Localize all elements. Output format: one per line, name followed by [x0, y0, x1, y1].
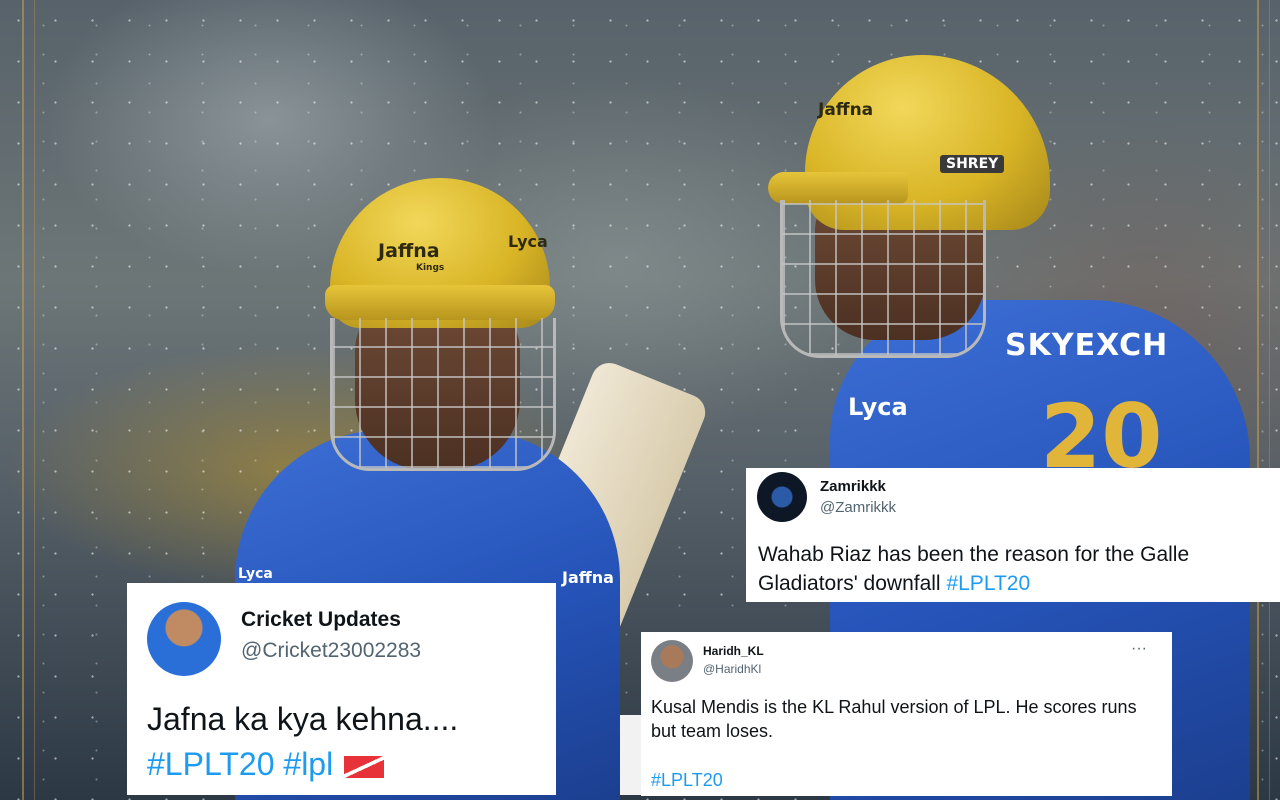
- photo-background: Jaffna SHREY SKYEXCH Lyca 20 Jaffna King…: [0, 0, 1280, 800]
- tweet-card-cricket-updates[interactable]: Cricket Updates @Cricket23002283 Jafna k…: [127, 583, 556, 795]
- hashtag-link[interactable]: #LPLT20: [651, 770, 723, 791]
- player-left-grille: [330, 318, 556, 471]
- tweet-body: Jafna ka kya kehna....: [147, 701, 459, 737]
- avatar[interactable]: [147, 602, 221, 676]
- tweet-author-name[interactable]: Haridh_KL: [703, 644, 764, 658]
- tweet-hashtags: #LPLT20 #lpl: [147, 746, 385, 783]
- player-left-jersey-logo: Jaffna: [562, 568, 614, 587]
- tweet-card-haridh-kl[interactable]: Haridh_KL @HaridhKl ··· Kusal Mendis is …: [641, 632, 1172, 796]
- player-left-helmet-logo: Jaffna: [378, 240, 440, 262]
- hashtag-link[interactable]: #LPLT20: [946, 572, 1030, 595]
- more-options-icon[interactable]: ···: [1131, 640, 1147, 658]
- tweet-author-handle[interactable]: @Cricket23002283: [241, 639, 421, 663]
- tweet-body: Kusal Mendis is the KL Rahul version of …: [651, 695, 1151, 743]
- player-left-helmet-side-logo: Lyca: [508, 232, 548, 251]
- flag-icon: [344, 755, 385, 778]
- tweet-author-handle[interactable]: @HaridhKl: [703, 662, 761, 676]
- tweet-body-text: Kusal Mendis is the KL Rahul version of …: [651, 697, 1137, 741]
- player-left-helmet-logo-sub: Kings: [416, 263, 445, 273]
- tweet-author-name[interactable]: Zamrikkk: [820, 478, 886, 495]
- player-left-jersey-chest: Lyca: [238, 566, 273, 582]
- hashtag-link[interactable]: #lpl: [283, 746, 333, 782]
- tweet-card-zamrikkk[interactable]: Zamrikkk @Zamrikkk Wahab Riaz has been t…: [746, 468, 1280, 602]
- avatar[interactable]: [651, 640, 693, 682]
- tweet-author-name[interactable]: Cricket Updates: [241, 608, 401, 632]
- player-left-helmet-brim: [325, 285, 555, 320]
- avatar[interactable]: [757, 472, 807, 522]
- hashtag-link[interactable]: #LPLT20: [147, 746, 275, 782]
- tweet-body: Wahab Riaz has been the reason for the G…: [758, 540, 1268, 598]
- tweet-author-handle[interactable]: @Zamrikkk: [820, 499, 896, 516]
